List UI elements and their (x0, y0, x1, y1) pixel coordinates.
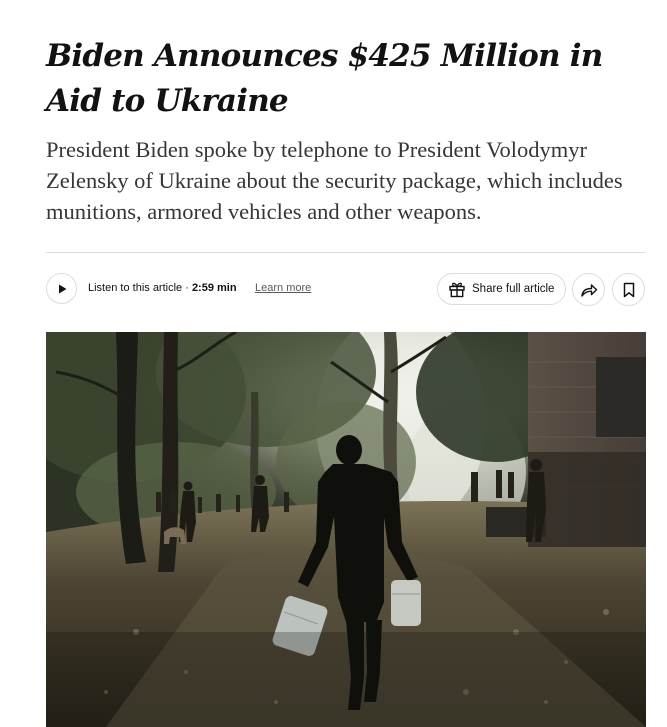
photo-illustration (46, 332, 646, 727)
lead-photo (46, 332, 646, 727)
article-summary: President Biden spoke by telephone to Pr… (46, 137, 623, 224)
article-headline: Biden Announces $425 Million in Aid to U… (46, 38, 603, 119)
listen-duration: 2:59 min (191, 282, 237, 294)
share-arrow-icon (580, 283, 597, 297)
save-button[interactable] (612, 273, 645, 306)
article-header: Biden Announces $425 Million in Aid to U… (46, 0, 646, 227)
share-label: Share full article (472, 283, 555, 295)
bookmark-icon (623, 282, 634, 297)
gift-icon (449, 282, 465, 298)
play-icon (58, 284, 66, 293)
article-toolbar: Listen to this article · 2:59 min Learn … (46, 272, 646, 306)
learn-more-link[interactable]: Learn more (255, 282, 311, 294)
divider (46, 252, 646, 253)
listen-label: Listen to this article (88, 282, 183, 294)
share-full-article-button[interactable]: Share full article (437, 273, 566, 305)
listen-text: Listen to this article · 2:59 min (88, 282, 237, 294)
share-button[interactable] (572, 273, 605, 306)
play-audio-button[interactable] (46, 273, 77, 304)
listen-separator: · (182, 282, 192, 294)
